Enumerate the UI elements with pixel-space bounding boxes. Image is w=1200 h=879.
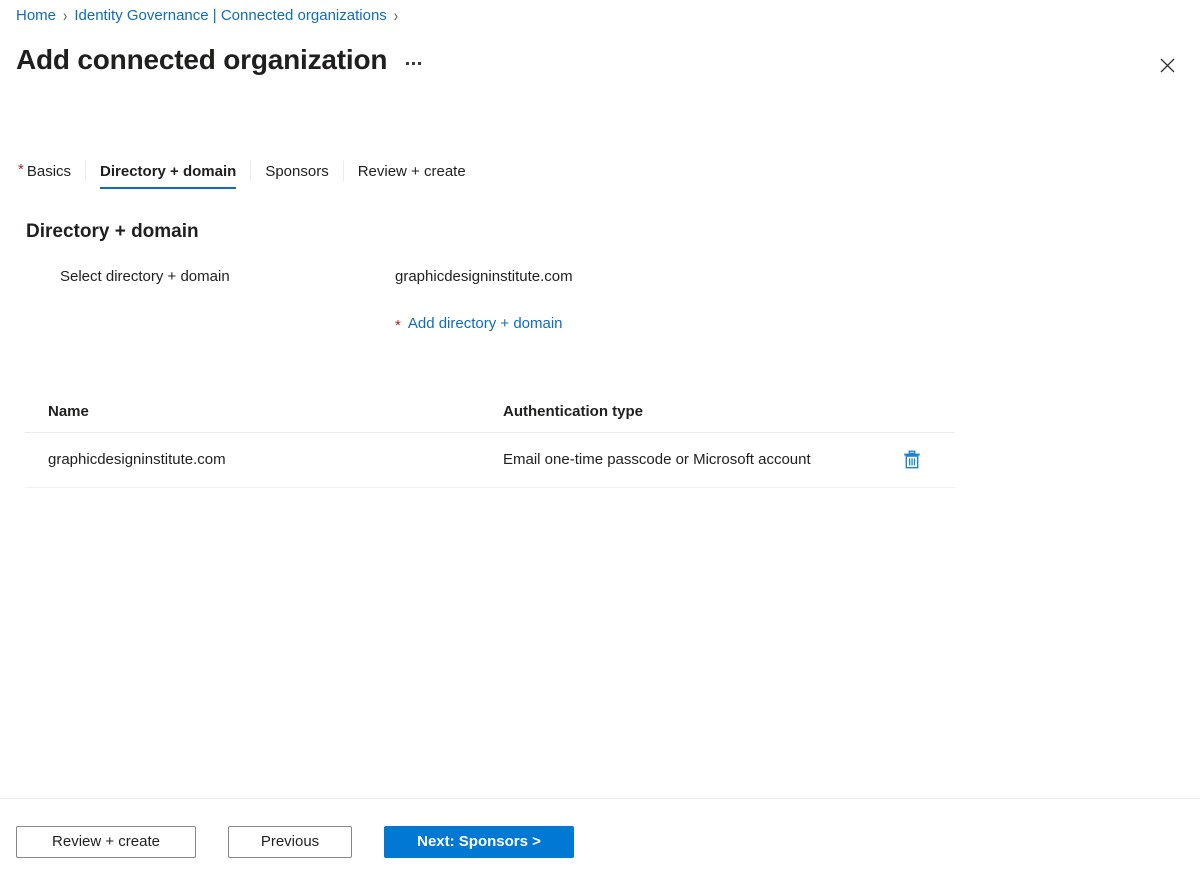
next-sponsors-button[interactable]: Next: Sponsors >: [384, 826, 574, 858]
title-row: Add connected organization: [16, 40, 424, 80]
column-header-actions: [900, 403, 955, 433]
column-header-authentication-type: Authentication type: [480, 403, 900, 433]
required-asterisk: *: [395, 317, 401, 334]
select-directory-domain-row: Select directory + domain graphicdesigni…: [60, 266, 573, 288]
page-title: Add connected organization: [16, 44, 388, 75]
wizard-tabs: * Basics Directory + domain Sponsors Rev…: [16, 153, 480, 189]
previous-button[interactable]: Previous: [228, 826, 352, 858]
ellipsis-dot: [418, 61, 422, 65]
select-directory-domain-value: graphicdesigninstitute.com: [395, 268, 573, 285]
tab-label: Directory + domain: [100, 162, 237, 180]
close-icon[interactable]: [1151, 49, 1183, 81]
breadcrumb: Home › Identity Governance | Connected o…: [16, 6, 405, 26]
add-directory-domain-link[interactable]: Add directory + domain: [408, 315, 563, 332]
tab-label: Basics: [26, 162, 72, 180]
more-commands-icon[interactable]: [403, 56, 424, 71]
breadcrumb-item-identity-governance[interactable]: Identity Governance | Connected organiza…: [74, 6, 386, 26]
select-directory-domain-label: Select directory + domain: [60, 268, 230, 285]
directory-domain-table: Name Authentication type graphicdesignin…: [25, 403, 955, 488]
ellipsis-dot: [406, 61, 410, 65]
ellipsis-dot: [412, 61, 416, 65]
section-heading: Directory + domain: [26, 221, 199, 242]
add-directory-domain-row: * Add directory + domain: [395, 315, 563, 334]
required-asterisk: *: [18, 160, 24, 178]
trash-icon[interactable]: [900, 447, 924, 471]
tab-directory-domain[interactable]: Directory + domain: [86, 153, 250, 189]
cell-name: graphicdesigninstitute.com: [25, 432, 480, 488]
breadcrumb-chevron-icon: ›: [63, 6, 68, 25]
cell-actions: [900, 432, 955, 488]
tab-basics[interactable]: * Basics: [16, 153, 85, 189]
wizard-footer: Review + create Previous Next: Sponsors …: [0, 798, 1200, 879]
tab-label: Sponsors: [265, 162, 329, 180]
cell-authentication-type: Email one-time passcode or Microsoft acc…: [480, 432, 900, 488]
breadcrumb-chevron-icon: ›: [393, 6, 399, 25]
tab-sponsors[interactable]: Sponsors: [251, 153, 342, 189]
table-header-row: Name Authentication type: [25, 403, 955, 433]
column-header-name: Name: [25, 403, 480, 433]
table-row[interactable]: graphicdesigninstitute.com Email one-tim…: [25, 432, 955, 488]
tab-label: Review + create: [357, 162, 466, 180]
review-create-button[interactable]: Review + create: [16, 826, 196, 858]
breadcrumb-item-home[interactable]: Home: [16, 6, 56, 26]
tab-review-create[interactable]: Review + create: [344, 153, 480, 189]
